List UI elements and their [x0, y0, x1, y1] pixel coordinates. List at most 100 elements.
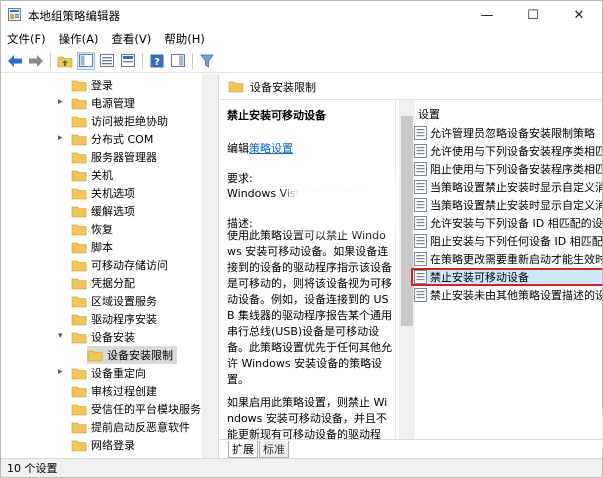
setting-row-label: 允许安装与下列设备 ID 相匹配的设备: [430, 217, 602, 230]
tree-item-label: 分布式 COM: [91, 133, 154, 146]
folder-icon: [71, 440, 87, 451]
help-button[interactable]: ?: [148, 52, 166, 70]
arrow-right-icon: [29, 54, 43, 67]
column-header-setting[interactable]: 设置: [418, 106, 440, 122]
setting-row[interactable]: 禁止安装未由其他策略设置描述的设备: [414, 286, 602, 304]
maximize-button[interactable]: ☐: [510, 1, 556, 29]
tree-item[interactable]: 受信任的平台模块服务: [71, 400, 201, 418]
setting-row[interactable]: 允许安装与下列设备 ID 相匹配的设备: [414, 214, 602, 232]
forward-button[interactable]: [27, 52, 45, 70]
folder-icon: [71, 242, 87, 253]
tree-item[interactable]: 驱动程序安装: [71, 310, 157, 328]
tab-standard[interactable]: 标准: [259, 441, 289, 458]
menu-file[interactable]: 文件(F): [7, 31, 46, 47]
description-text: 使用此策略设置可以禁止 Windows 安装可移动设备。如果设备连接到的设备的驱…: [227, 229, 393, 386]
policy-setting-icon: [414, 216, 427, 230]
tree-item[interactable]: 设备重定向: [71, 364, 146, 382]
menu-help[interactable]: 帮助(H): [164, 31, 205, 47]
tree-pane-icon: [79, 54, 93, 67]
export-list-button[interactable]: [119, 52, 137, 70]
setting-row-label: 禁止安装可移动设备: [430, 271, 529, 284]
minimize-button[interactable]: —: [464, 1, 510, 29]
up-folder-button[interactable]: [56, 52, 74, 70]
close-button[interactable]: ✕: [556, 1, 602, 29]
status-text: 10 个设置: [7, 462, 58, 475]
setting-row[interactable]: 当策略设置禁止安装时显示自定义消息: [414, 196, 602, 214]
folder-icon: [87, 350, 103, 361]
setting-row[interactable]: 允许使用与下列设备安装程序类相匹配: [414, 142, 602, 160]
tree-item[interactable]: 区域设置服务: [71, 292, 157, 310]
show-action-pane-button[interactable]: [169, 52, 187, 70]
tree-item-label: 服务器管理器: [91, 151, 157, 164]
tree-item[interactable]: 关机: [71, 166, 113, 184]
title-bar: 本地组策略编辑器 — ☐ ✕: [1, 1, 602, 29]
tree-item[interactable]: 可移动存储访问: [71, 256, 168, 274]
tab-extended[interactable]: 扩展: [228, 441, 258, 458]
expand-chevron-icon[interactable]: ▸: [58, 97, 63, 107]
setting-row[interactable]: 允许管理员忽略设备安装限制策略: [414, 124, 602, 142]
tree-item[interactable]: 提前启动反恶意软件: [71, 418, 190, 436]
folder-icon: [71, 260, 87, 271]
blur-overlay: [289, 179, 399, 229]
show-tree-button[interactable]: [77, 51, 95, 70]
folder-icon: [228, 81, 244, 93]
window-title: 本地组策略编辑器: [28, 9, 120, 23]
minimize-icon: —: [480, 7, 494, 23]
tree-item-label: 网络登录: [91, 439, 135, 452]
folder-icon: [71, 314, 87, 325]
expand-chevron-icon[interactable]: ▸: [58, 133, 63, 143]
tree-item[interactable]: 服务器管理器: [71, 148, 157, 166]
expand-chevron-icon[interactable]: ▸: [58, 367, 63, 377]
tree-item[interactable]: 网络登录: [71, 436, 135, 454]
tree-item[interactable]: 电源管理: [71, 94, 135, 112]
filter-button[interactable]: [198, 52, 216, 70]
navigation-tree: 登录 ▸ 电源管理访问被拒绝协助 ▸ 分布式 COM 服务器管理器关机关机选项缓解选项 恢复…: [1, 74, 219, 458]
menu-action[interactable]: 操作(A): [59, 31, 99, 47]
gpedit-app-icon: [8, 8, 21, 21]
folder-icon: [71, 386, 87, 397]
tree-item[interactable]: 分布式 COM: [71, 130, 153, 148]
tree-item[interactable]: 关机选项: [71, 184, 135, 202]
setting-row[interactable]: 当策略设置禁止安装时显示自定义消息: [414, 178, 602, 196]
tree-item[interactable]: 审核过程创建: [71, 382, 157, 400]
tree-item-label: 审核过程创建: [91, 385, 157, 398]
setting-row[interactable]: 在策略更改需要重新启动才能生效时: [414, 250, 602, 268]
setting-row-label: 禁止安装未由其他策略设置描述的设备: [430, 289, 602, 302]
edit-prefix: 编辑: [227, 142, 249, 155]
tree-item-label: 受信任的平台模块服务: [91, 403, 201, 416]
tree-item-label: 电源管理: [91, 97, 135, 110]
tree-item[interactable]: 设备安装限制: [87, 346, 177, 364]
path-title: 设备安装限制: [250, 80, 316, 94]
toolbar-separator: [142, 52, 143, 69]
edit-policy-link[interactable]: 策略设置: [249, 142, 293, 155]
tree-item-label: 提前启动反恶意软件: [91, 421, 190, 434]
setting-row[interactable]: 阻止安装与下列任何设备 ID 相匹配的设备: [414, 232, 602, 250]
tree-scrollbar[interactable]: [202, 74, 218, 458]
back-button[interactable]: [6, 52, 24, 70]
export-icon: [121, 54, 135, 67]
properties-button[interactable]: [98, 52, 116, 70]
edit-policy-line: 编辑策略设置: [227, 140, 293, 156]
setting-row[interactable]: 禁止安装可移动设备: [411, 268, 602, 286]
setting-row[interactable]: 阻止使用与下列设备安装程序类相匹配: [414, 160, 602, 178]
tree-item[interactable]: 缓解选项: [71, 202, 135, 220]
tree-item[interactable]: 脚本: [71, 238, 113, 256]
folder-icon: [71, 296, 87, 307]
tree-item[interactable]: 设备安装: [71, 328, 135, 346]
tree-item[interactable]: 访问被拒绝协助: [71, 112, 168, 130]
setting-row-label: 允许使用与下列设备安装程序类相匹配: [430, 145, 602, 158]
menu-view[interactable]: 查看(V): [111, 31, 151, 47]
folder-icon: [71, 368, 87, 379]
expand-chevron-icon[interactable]: ▾: [58, 331, 63, 341]
folder-icon: [71, 134, 87, 145]
policy-title: 禁止安装可移动设备: [227, 109, 326, 122]
toolbar: ?: [1, 49, 602, 73]
tree-item-label: 凭据分配: [91, 277, 135, 290]
folder-up-icon: [57, 56, 73, 67]
tree-item[interactable]: 凭据分配: [71, 274, 135, 292]
close-icon: ✕: [573, 7, 585, 23]
tree-item-label: 关机选项: [91, 187, 135, 200]
tree-item[interactable]: 恢复: [71, 220, 113, 238]
tree-item[interactable]: 登录: [71, 76, 113, 94]
path-header: 设备安装限制: [220, 74, 602, 100]
